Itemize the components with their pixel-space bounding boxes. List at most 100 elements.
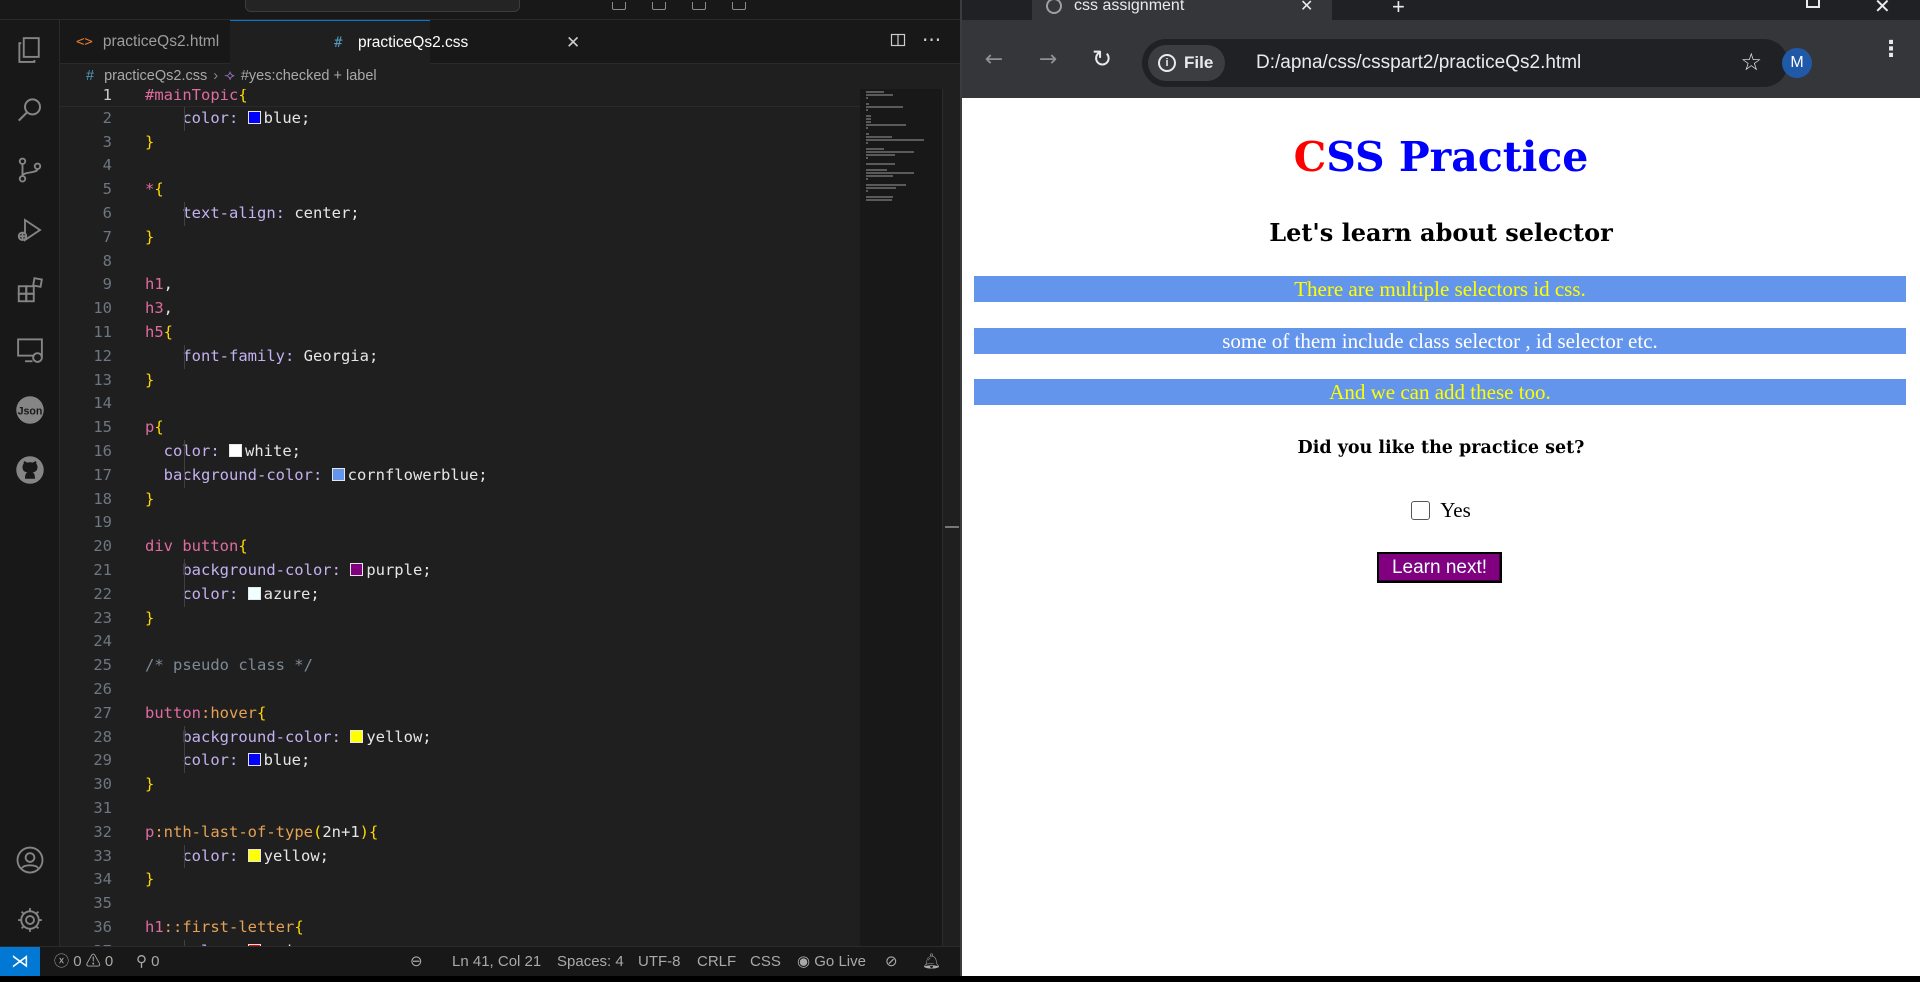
scrollbar-thumb[interactable]	[945, 526, 959, 528]
code-line[interactable]: 36 h1::first-letter{	[60, 916, 860, 940]
breadcrumb-selector[interactable]: #yes:checked + label	[241, 68, 377, 84]
explorer-icon[interactable]	[12, 32, 48, 68]
run-debug-icon[interactable]	[12, 212, 48, 248]
cursor-position[interactable]: Ln 41, Col 21	[452, 947, 541, 976]
yes-label[interactable]: Yes	[1440, 498, 1471, 523]
more-actions-icon[interactable]: ···	[922, 28, 941, 52]
url-text[interactable]: D:/apna/css/csspart2/practiceQs2.html	[1256, 39, 1581, 87]
code-line[interactable]: 21 background-color: purple;	[60, 559, 860, 583]
code-line[interactable]: 29 color: blue;	[60, 749, 860, 773]
address-bar[interactable]: i File D:/apna/css/csspart2/practiceQs2.…	[1142, 39, 1788, 87]
code-line[interactable]: 8	[60, 250, 860, 274]
layout-icon[interactable]	[692, 2, 706, 10]
tab-practiceqs2-html[interactable]: <> practiceQs2.html	[60, 20, 230, 63]
split-editor-icon[interactable]	[890, 32, 906, 53]
close-icon[interactable]: ✕	[566, 33, 580, 53]
code-line[interactable]: 27 button:hover{	[60, 702, 860, 726]
color-swatch[interactable]	[350, 729, 364, 743]
code-line[interactable]: 18}	[60, 488, 860, 512]
copilot-icon[interactable]: ⊘	[885, 947, 898, 976]
code-editor[interactable]: 1 #mainTopic{2 color: blue; 3} 4 5 *{6 text-a…	[60, 89, 860, 946]
code-line[interactable]: 7}	[60, 226, 860, 250]
code-line[interactable]: 2 color: blue;	[60, 107, 860, 131]
indentation-status[interactable]: Spaces: 4	[557, 947, 624, 976]
code-line[interactable]: 14	[60, 392, 860, 416]
color-swatch[interactable]	[247, 848, 261, 862]
code-line[interactable]: 24	[60, 630, 860, 654]
code-line[interactable]: 16 color: white;	[60, 440, 860, 464]
code-line[interactable]: 25 /* pseudo class */	[60, 654, 860, 678]
code-line[interactable]: 15 p{	[60, 416, 860, 440]
layout-icon[interactable]	[612, 2, 626, 10]
ports-status[interactable]: ⚲ 0	[136, 947, 160, 976]
github-icon[interactable]	[12, 452, 48, 488]
encoding-status[interactable]: UTF-8	[638, 947, 681, 976]
code-line[interactable]: 11 h5{	[60, 321, 860, 345]
profile-avatar[interactable]: M	[1782, 48, 1812, 78]
extensions-icon[interactable]	[12, 272, 48, 308]
code-line[interactable]: 35	[60, 892, 860, 916]
code-line[interactable]: 26	[60, 678, 860, 702]
code-line[interactable]: 31	[60, 797, 860, 821]
yes-checkbox[interactable]	[1411, 501, 1431, 520]
code-line[interactable]: 10 h3,	[60, 297, 860, 321]
code-line[interactable]: 19	[60, 511, 860, 535]
chrome-menu-icon[interactable]: ⋮	[1880, 39, 1902, 61]
back-arrow-icon[interactable]: ←	[976, 41, 1012, 77]
code-line[interactable]: 23}	[60, 607, 860, 631]
remote-explorer-icon[interactable]	[12, 332, 48, 368]
tab-practiceqs2-css[interactable]: # practiceQs2.css ✕	[230, 20, 580, 64]
notifications-icon[interactable]: 🔔︎	[922, 947, 941, 976]
problems-status[interactable]: ⓧ 0 ⚠ 0	[54, 947, 113, 976]
breadcrumb-file[interactable]: practiceQs2.css	[104, 68, 207, 84]
go-live-button[interactable]: ◉ Go Live	[797, 947, 866, 976]
color-swatch[interactable]	[247, 753, 261, 767]
code-line[interactable]: 13}	[60, 369, 860, 393]
tab-css-assignment[interactable]: css assignment ✕	[1032, 0, 1332, 20]
code-line[interactable]: 12 font-family: Georgia;	[60, 345, 860, 369]
account-icon[interactable]	[12, 842, 48, 878]
code-line[interactable]: 9 h1,	[60, 273, 860, 297]
code-line[interactable]: 3}	[60, 131, 860, 155]
code-line[interactable]: 34}	[60, 868, 860, 892]
code-line[interactable]: 6 text-align: center;	[60, 202, 860, 226]
bookmark-star-icon[interactable]: ☆	[1740, 48, 1762, 76]
close-window-icon[interactable]: ✕	[1874, 0, 1891, 18]
code-line[interactable]: 33 color: yellow;	[60, 845, 860, 869]
forward-arrow-icon[interactable]: →	[1030, 41, 1066, 77]
color-swatch[interactable]	[350, 563, 364, 576]
new-tab-button[interactable]: +	[1392, 0, 1405, 20]
code-line[interactable]: 32 p:nth-last-of-type(2n+1){	[60, 821, 860, 845]
color-swatch[interactable]	[247, 110, 261, 124]
site-info-chip[interactable]: i File	[1148, 45, 1226, 81]
code-line[interactable]: 17 background-color: cornflowerblue;	[60, 464, 860, 488]
command-center[interactable]	[245, 0, 520, 12]
code-line[interactable]: 1 #mainTopic{	[60, 89, 860, 107]
zoom-icon[interactable]: ⊖	[410, 947, 423, 976]
json-icon[interactable]: Json	[12, 392, 48, 428]
back-tab-nav[interactable]	[964, 0, 1002, 20]
search-icon[interactable]	[12, 92, 48, 128]
source-control-icon[interactable]	[12, 152, 48, 188]
color-swatch[interactable]	[247, 586, 261, 600]
code-line[interactable]: 28 background-color: yellow;	[60, 726, 860, 750]
close-tab-icon[interactable]: ✕	[1300, 0, 1313, 16]
gear-icon[interactable]	[12, 902, 48, 938]
layout-icon[interactable]	[732, 2, 746, 10]
learn-next-button[interactable]: Learn next!	[1377, 552, 1502, 583]
reload-icon[interactable]: ↻	[1084, 41, 1120, 77]
eol-status[interactable]: CRLF	[697, 947, 736, 976]
color-swatch[interactable]	[229, 444, 242, 457]
layout-icon[interactable]	[652, 2, 666, 10]
code-line[interactable]: 30}	[60, 773, 860, 797]
code-line[interactable]: 22 color: azure;	[60, 583, 860, 607]
code-line[interactable]: 5 *{	[60, 178, 860, 202]
language-mode[interactable]: CSS	[750, 947, 781, 976]
remote-indicator-icon[interactable]: ⋊	[0, 947, 40, 976]
maximize-icon[interactable]	[1806, 0, 1820, 8]
editor-scrollbar[interactable]	[942, 89, 960, 946]
code-line[interactable]: 4	[60, 154, 860, 178]
minimap[interactable]	[860, 89, 942, 946]
color-swatch[interactable]	[331, 467, 345, 481]
code-line[interactable]: 20 div button{	[60, 535, 860, 559]
